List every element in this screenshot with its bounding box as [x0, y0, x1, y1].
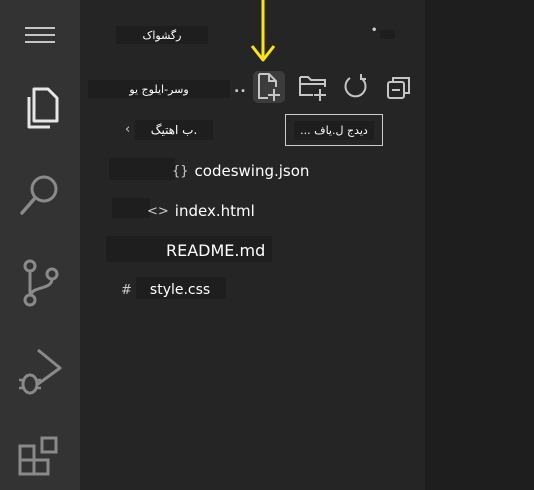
file-item-index[interactable]: <> index.html — [147, 199, 255, 223]
new-folder-button[interactable] — [297, 71, 329, 103]
activity-bar — [0, 0, 80, 490]
folder-name[interactable]: ب اهتیگ. — [135, 120, 213, 140]
vscode-window: رگشواک • وسر-ایلوج یو .. ... دیدج ل.یاف … — [0, 0, 534, 490]
new-file-tooltip: ... دیدج ل.یاف — [285, 114, 383, 146]
css-file-icon: # — [121, 282, 132, 298]
file-name: index.html — [174, 202, 255, 220]
refresh-icon — [344, 74, 367, 98]
file-item-readme[interactable]: README.md — [166, 238, 265, 262]
explorer-icon[interactable] — [0, 78, 80, 138]
file-name: style.css — [149, 282, 211, 298]
new-folder-icon — [299, 76, 326, 101]
more-actions-box — [380, 30, 395, 39]
new-file-button[interactable] — [253, 71, 285, 103]
explorer-title: رگشواک — [116, 26, 208, 44]
more-actions-icon[interactable]: • — [371, 25, 378, 36]
file-row-bg — [112, 198, 150, 218]
file-name: codeswing.json — [194, 162, 310, 180]
extensions-icon[interactable] — [0, 428, 80, 488]
section-dots: .. — [234, 80, 247, 96]
file-item-style[interactable]: # style.css — [121, 278, 210, 302]
file-item-codeswing[interactable]: {} codeswing.json — [172, 159, 309, 183]
editor-area — [425, 0, 534, 490]
new-file-tooltip-text: ... دیدج ل.یاف — [294, 120, 374, 140]
search-icon[interactable] — [0, 165, 80, 225]
run-debug-icon[interactable] — [0, 342, 80, 402]
collapse-all-icon — [387, 77, 410, 99]
refresh-button[interactable] — [340, 71, 372, 103]
new-file-icon — [258, 73, 280, 101]
menu-icon[interactable] — [0, 6, 80, 64]
section-title[interactable]: وسر-ایلوج یو — [88, 80, 230, 98]
source-control-icon[interactable] — [0, 254, 80, 314]
html-file-icon: <> — [147, 203, 169, 219]
chevron-down-icon[interactable]: ‹ — [125, 122, 131, 137]
file-row-bg — [109, 158, 175, 180]
collapse-all-button[interactable] — [383, 71, 415, 103]
file-name: README.md — [166, 240, 266, 260]
json-file-icon: {} — [172, 163, 189, 179]
arrow-icon — [250, 0, 276, 62]
